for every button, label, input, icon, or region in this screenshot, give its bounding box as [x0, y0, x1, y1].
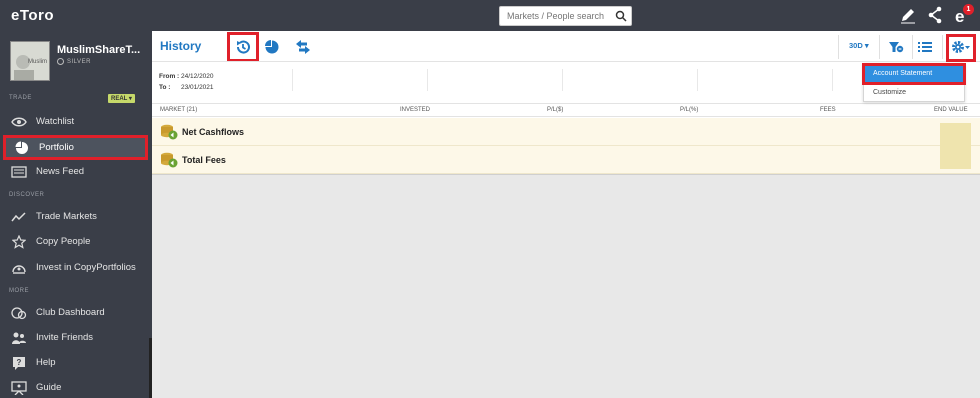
- sidebar-item-copyportfolios[interactable]: Invest in CopyPortfolios: [0, 255, 152, 280]
- star-icon: [10, 234, 28, 249]
- table-row-total-fees[interactable]: Total Fees: [152, 146, 980, 174]
- column-header-pl-usd[interactable]: P/L($): [547, 107, 563, 113]
- trade-markets-icon: [10, 210, 28, 224]
- column-header-end-value[interactable]: END VALUE: [934, 107, 968, 113]
- column-header-pl-percent[interactable]: P/L(%): [680, 107, 698, 113]
- divider: [942, 35, 943, 59]
- username[interactable]: MuslimShareT...: [57, 44, 147, 56]
- transfers-view-button[interactable]: [289, 35, 317, 59]
- settings-highlight-box: [946, 34, 976, 62]
- sidebar-item-portfolio[interactable]: Portfolio: [3, 135, 148, 160]
- coins-cashflow-icon: [161, 124, 178, 140]
- etoro-logo[interactable]: eToro: [11, 7, 54, 24]
- swap-arrows-icon: [296, 40, 310, 54]
- sidebar-item-news-feed[interactable]: News Feed: [0, 159, 152, 184]
- sidebar-item-help[interactable]: ? Help: [0, 350, 152, 375]
- divider: [292, 69, 293, 91]
- sidebar-item-guide[interactable]: Guide: [0, 375, 152, 398]
- divider: [832, 69, 833, 91]
- sidebar-item-label: Portfolio: [39, 142, 74, 153]
- filter-icon: [889, 42, 904, 53]
- sidebar-item-label: Copy People: [36, 236, 91, 247]
- table-row-net-cashflows[interactable]: Net Cashflows: [152, 118, 980, 146]
- edit-pen-icon[interactable]: [899, 6, 917, 24]
- date-range: From :24/12/2020 To :23/01/2021: [159, 73, 214, 91]
- search-icon[interactable]: [615, 10, 627, 22]
- sidebar-item-label: Watchlist: [36, 116, 75, 127]
- copyportfolios-icon: [10, 261, 28, 275]
- sidebar-item-label: Invest in CopyPortfolios: [36, 262, 136, 273]
- table-header: MARKET (21) INVESTED P/L($) P/L(%) FEES …: [152, 103, 980, 117]
- help-icon: ?: [10, 356, 28, 370]
- portfolio-view-button[interactable]: [258, 35, 286, 59]
- portfolio-pie-icon: [13, 141, 31, 155]
- pie-chart-icon: [265, 40, 279, 54]
- invite-friends-icon: [10, 331, 28, 345]
- sidebar-item-club-dashboard[interactable]: Club Dashboard: [0, 300, 152, 325]
- sidebar-item-trade-markets[interactable]: Trade Markets: [0, 204, 152, 229]
- column-header-market[interactable]: MARKET (21): [160, 107, 197, 113]
- sidebar-item-watchlist[interactable]: Watchlist: [0, 109, 152, 134]
- sidebar: Muslim MuslimShareT... SILVER TRADE REAL…: [0, 31, 152, 398]
- filter-button[interactable]: [882, 35, 910, 59]
- news-feed-icon: [10, 165, 28, 179]
- club-dashboard-icon: [10, 306, 28, 320]
- account-mode-toggle[interactable]: REAL ▾: [108, 94, 135, 103]
- divider: [838, 35, 839, 59]
- sidebar-item-label: Invite Friends: [36, 332, 94, 343]
- sidebar-item-invite-friends[interactable]: Invite Friends: [0, 325, 152, 350]
- notification-badge: 1: [963, 4, 974, 15]
- list-icon: [918, 42, 932, 52]
- sidebar-scrollbar[interactable]: [149, 338, 152, 398]
- column-header-fees[interactable]: FEES: [820, 107, 836, 113]
- guide-icon: [10, 380, 28, 395]
- toolbar-divider: [152, 61, 980, 62]
- sidebar-item-label: News Feed: [36, 166, 85, 177]
- notifications-button[interactable]: e 1: [953, 3, 975, 27]
- from-date: 24/12/2020: [181, 73, 214, 80]
- search-input[interactable]: [500, 7, 610, 25]
- end-value-column-highlight: [940, 123, 971, 169]
- sidebar-item-copy-people[interactable]: Copy People: [0, 229, 152, 254]
- divider: [879, 35, 880, 59]
- sidebar-item-label: Trade Markets: [36, 211, 97, 222]
- settings-dropdown: Account Statement Customize: [862, 63, 966, 102]
- history-view-button[interactable]: [227, 32, 259, 62]
- period-selector[interactable]: 30D ▾: [849, 41, 869, 50]
- column-header-invested[interactable]: INVESTED: [400, 107, 430, 113]
- trade-section-label: TRADE: [9, 95, 32, 101]
- sidebar-item-label: Help: [36, 357, 56, 368]
- more-section-label: MORE: [9, 288, 29, 294]
- divider: [697, 69, 698, 91]
- top-bar: eToro e 1: [0, 0, 980, 31]
- row-label: Net Cashflows: [182, 127, 245, 137]
- share-icon[interactable]: [927, 6, 943, 24]
- coins-fees-icon: [161, 152, 178, 168]
- to-date: 23/01/2021: [181, 84, 214, 91]
- search-box[interactable]: [499, 6, 632, 26]
- divider: [562, 69, 563, 91]
- discover-section-label: DISCOVER: [9, 192, 45, 198]
- avatar-caption: Muslim: [28, 59, 47, 65]
- avatar[interactable]: Muslim: [10, 41, 50, 81]
- list-view-button[interactable]: [911, 35, 939, 59]
- menu-item-customize[interactable]: Customize: [864, 84, 964, 102]
- watchlist-icon: [10, 115, 28, 129]
- svg-text:?: ?: [17, 358, 22, 367]
- page-title: History: [160, 39, 202, 53]
- divider: [427, 69, 428, 91]
- tier-medal-icon: [57, 58, 64, 65]
- sidebar-item-label: Club Dashboard: [36, 307, 105, 318]
- row-label: Total Fees: [182, 155, 226, 165]
- sidebar-item-label: Guide: [36, 382, 62, 393]
- history-clock-icon: [236, 40, 250, 54]
- tier-label: SILVER: [57, 58, 91, 65]
- history-panel: History 30D ▾ From :24/12/2020 To :23/01…: [152, 31, 980, 175]
- menu-item-account-statement[interactable]: Account Statement: [862, 63, 966, 85]
